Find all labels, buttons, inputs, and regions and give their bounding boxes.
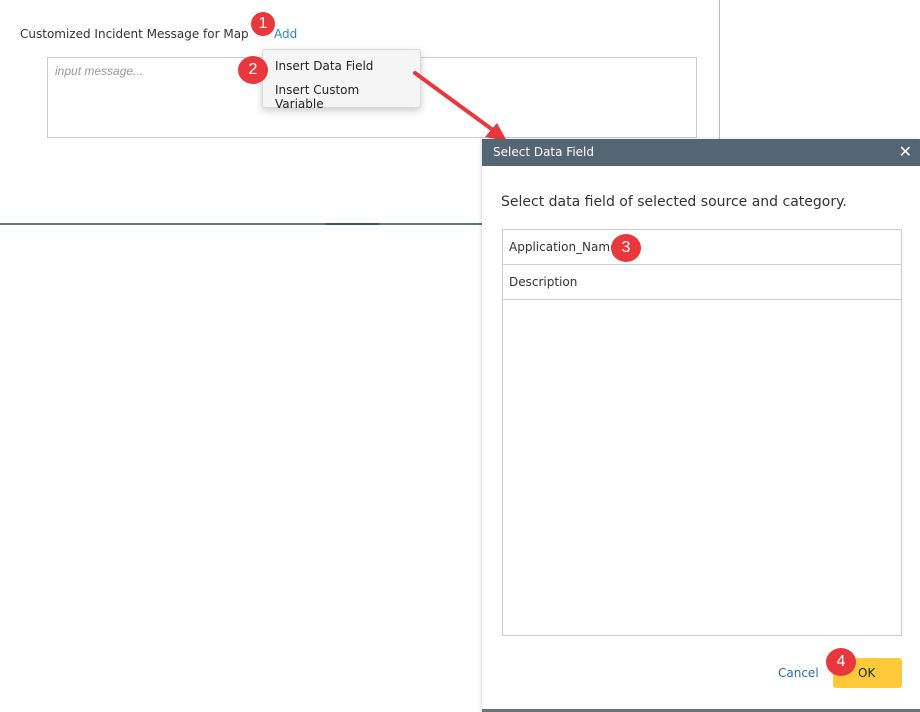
field-list: Application_Name Description: [502, 229, 902, 636]
list-item[interactable]: Description: [503, 265, 901, 300]
menu-item-insert-data-field[interactable]: Insert Data Field: [263, 54, 420, 78]
step-badge: 1: [251, 12, 275, 36]
arrow-annotation: [413, 71, 507, 141]
divider: [719, 0, 720, 139]
step-badge: 3: [611, 234, 641, 262]
step-badge: 4: [826, 648, 856, 676]
list-item[interactable]: Application_Name: [503, 230, 901, 265]
scroll-indicator: [326, 223, 379, 225]
field-label: Customized Incident Message for Map: [20, 27, 249, 41]
cancel-button[interactable]: Cancel: [778, 666, 819, 680]
divider: [0, 223, 482, 225]
select-data-field-dialog: Select Data Field ✕ Select data field of…: [482, 139, 920, 712]
dialog-header: Select Data Field ✕: [482, 139, 920, 166]
add-link[interactable]: Add: [274, 27, 297, 41]
dialog-instruction: Select data field of selected source and…: [501, 194, 847, 210]
add-menu: Insert Data Field Insert Custom Variable: [262, 49, 421, 111]
close-icon[interactable]: ✕: [899, 142, 912, 161]
step-badge: 2: [238, 56, 268, 84]
dialog-title: Select Data Field: [493, 145, 594, 159]
menu-item-insert-custom-variable[interactable]: Insert Custom Variable: [263, 78, 420, 111]
